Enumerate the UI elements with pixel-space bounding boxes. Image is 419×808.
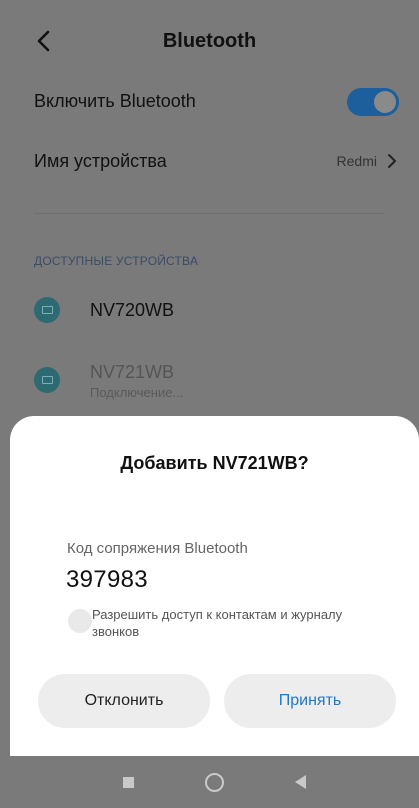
navigation-bar	[10, 756, 419, 808]
page-title: Bluetooth	[162, 30, 257, 52]
device-name: NV720WB	[90, 300, 175, 320]
header: Bluetooth	[0, 18, 419, 64]
contacts-access-label[interactable]: Разрешить доступ к контактам и журналу з…	[92, 606, 392, 640]
device-item[interactable]: NV720WB	[0, 295, 419, 327]
device-name-label: Имя устройства	[34, 151, 167, 171]
device-name: NV721WB	[90, 362, 175, 382]
device-status: Подключение...	[90, 385, 184, 400]
chevron-right-icon	[385, 152, 399, 170]
dialog-title: Добавить NV721WB?	[120, 453, 309, 473]
device-name-value: Redmi	[336, 153, 377, 169]
back-triangle-icon[interactable]	[295, 775, 306, 789]
recents-square-icon[interactable]	[123, 777, 134, 788]
device-icon	[34, 297, 60, 323]
pairing-code-label: Код сопряжения Bluetooth	[67, 540, 248, 557]
home-circle-icon[interactable]	[205, 773, 224, 792]
device-icon	[34, 367, 60, 393]
toggle-knob	[374, 91, 396, 113]
decline-button[interactable]: Отклонить	[38, 674, 210, 728]
pairing-code-value: 397983	[66, 566, 148, 593]
contacts-access-checkbox[interactable]	[68, 609, 92, 633]
enable-bluetooth-row[interactable]: Включить Bluetooth	[0, 88, 419, 118]
available-devices-heading: ДОСТУПНЫЕ УСТРОЙСТВА	[34, 254, 199, 268]
pairing-dialog: Добавить NV721WB? Код сопряжения Bluetoo…	[10, 416, 419, 756]
accept-button[interactable]: Принять	[224, 674, 396, 728]
device-item[interactable]: NV721WB Подключение...	[0, 362, 419, 402]
divider	[34, 213, 385, 214]
enable-bluetooth-label: Включить Bluetooth	[34, 91, 196, 111]
device-name-row[interactable]: Имя устройства Redmi	[0, 150, 419, 176]
bluetooth-toggle[interactable]	[347, 88, 399, 116]
